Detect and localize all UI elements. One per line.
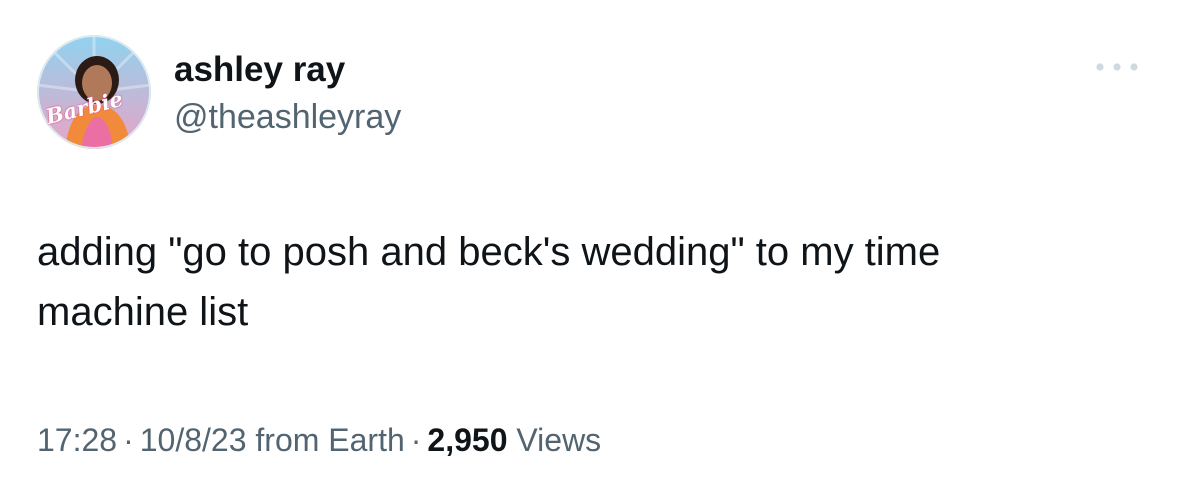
tweet-time[interactable]: 17:28 xyxy=(37,422,117,458)
tweet-text-line: adding "go to posh and beck's wedding" t… xyxy=(37,230,941,274)
tweet-text-line: machine list xyxy=(37,290,249,334)
separator-dot: · xyxy=(123,422,134,458)
separator-dot: · xyxy=(410,422,422,458)
tweet-date[interactable]: 10/8/23 xyxy=(140,422,247,458)
views-count: 2,950 xyxy=(427,422,508,458)
tweet-metadata: 17:28 · 10/8/23 from Earth · 2,950 Views xyxy=(37,418,601,462)
tweet-text: adding "go to posh and beck's wedding" t… xyxy=(37,222,1137,342)
author-avatar[interactable]: Barbie xyxy=(37,35,151,149)
views-label: Views xyxy=(516,422,602,458)
author-display-name[interactable]: ashley ray xyxy=(174,50,345,90)
tweet-source: from Earth xyxy=(255,422,405,458)
tweet-card: Barbie ashley ray @theashleyray adding "… xyxy=(0,0,1179,487)
author-handle[interactable]: @theashleyray xyxy=(174,97,401,137)
more-horizontal-icon xyxy=(1096,63,1138,71)
more-options-button[interactable] xyxy=(1088,52,1146,82)
